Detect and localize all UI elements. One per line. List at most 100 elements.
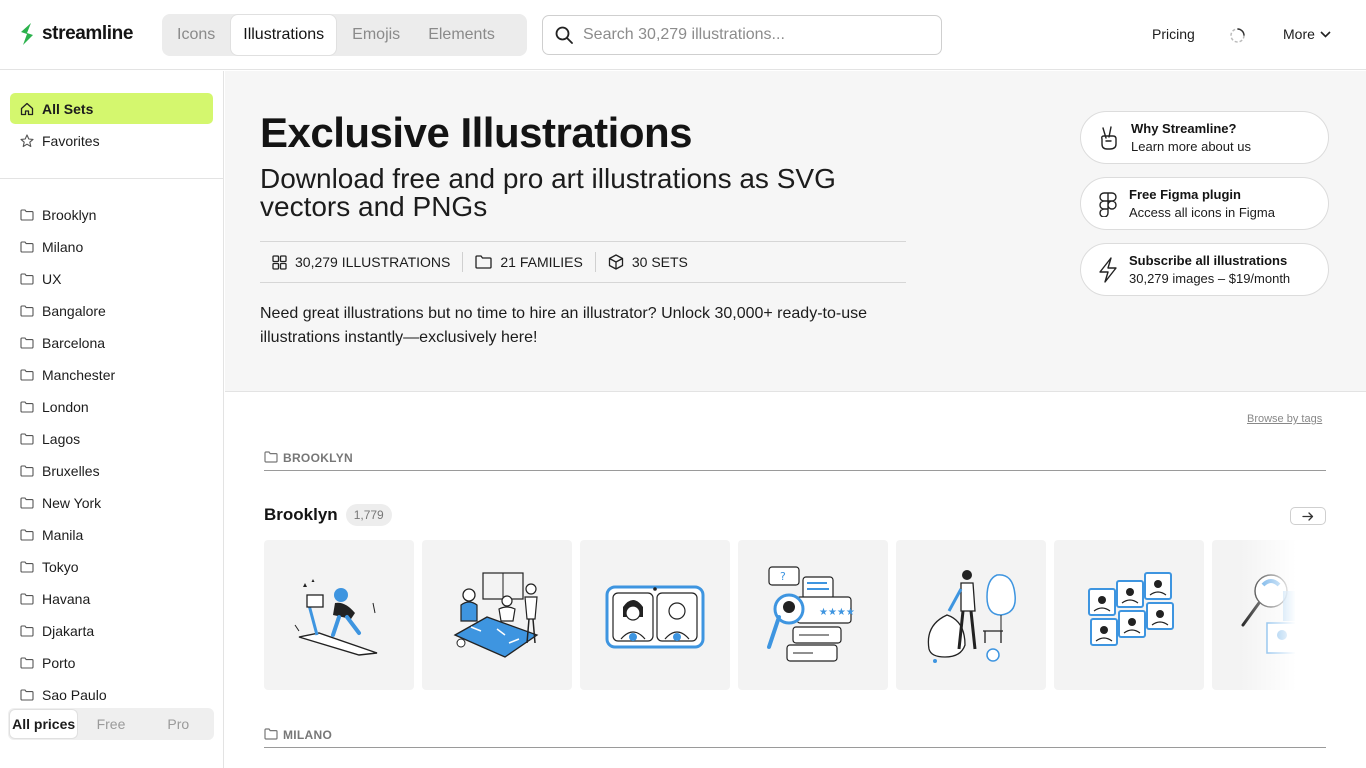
thumbnail-fade-overlay bbox=[1240, 540, 1296, 690]
page-subtitle: Download free and pro art illustrations … bbox=[260, 163, 836, 222]
loading-spinner-icon bbox=[1229, 27, 1246, 44]
lightning-icon bbox=[1099, 256, 1117, 283]
cube-icon bbox=[608, 254, 624, 270]
search-box[interactable] bbox=[542, 15, 942, 55]
star-icon bbox=[20, 133, 34, 147]
sidebar-item-brooklyn[interactable]: Brooklyn bbox=[10, 199, 213, 231]
illustration-thumbnail[interactable]: ? ★★★★ bbox=[738, 540, 888, 690]
sidebar-item-lagos[interactable]: Lagos bbox=[10, 423, 213, 455]
sidebar-primary-nav: All Sets Favorites bbox=[0, 71, 223, 179]
price-filter-pro[interactable]: Pro bbox=[145, 710, 212, 738]
folder-icon bbox=[20, 689, 34, 701]
subscribe-card[interactable]: Subscribe all illustrations 30,279 image… bbox=[1080, 243, 1329, 296]
figma-icon bbox=[1099, 191, 1117, 217]
brooklyn-thumbnails-row: ? ★★★★ bbox=[264, 540, 1295, 690]
sidebar-item-label: Bangalore bbox=[42, 303, 106, 319]
set-name[interactable]: Brooklyn bbox=[264, 505, 338, 525]
price-filter-all[interactable]: All prices bbox=[10, 710, 78, 738]
sidebar-item-ux[interactable]: UX bbox=[10, 263, 213, 295]
grid-icon bbox=[272, 254, 287, 270]
sidebar-item-milano[interactable]: Milano bbox=[10, 231, 213, 263]
sidebar-item-label: Manila bbox=[42, 527, 84, 543]
sidebar-item-bangalore[interactable]: Bangalore bbox=[10, 295, 213, 327]
folder-icon bbox=[264, 451, 278, 463]
folder-icon bbox=[20, 657, 34, 669]
sidebar-item-porto[interactable]: Porto bbox=[10, 647, 213, 679]
streamline-logo-icon bbox=[21, 23, 33, 45]
sidebar-item-label: Milano bbox=[42, 239, 84, 255]
stats-bar: 30,279 ILLUSTRATIONS 21 FAMILIES 30 SETS bbox=[260, 241, 906, 283]
sidebar-item-label: Djakarta bbox=[42, 623, 95, 639]
svg-text:★★★★: ★★★★ bbox=[819, 607, 855, 618]
next-arrow-button[interactable] bbox=[1290, 507, 1326, 525]
stat-label: 21 FAMILIES bbox=[500, 254, 583, 270]
stat-label: 30 SETS bbox=[631, 254, 688, 270]
section-heading: BROOKLYN bbox=[283, 451, 353, 465]
folder-icon bbox=[20, 401, 34, 413]
brand-name: streamline bbox=[42, 23, 134, 44]
folder-icon bbox=[20, 625, 34, 637]
chevron-down-icon bbox=[1320, 30, 1331, 38]
search-icon bbox=[555, 26, 573, 44]
illustration-thumbnail[interactable] bbox=[422, 540, 572, 690]
folder-icon bbox=[20, 305, 34, 317]
tab-emojis[interactable]: Emojis bbox=[340, 15, 412, 55]
sidebar-item-all-sets[interactable]: All Sets bbox=[10, 93, 213, 124]
sidebar-item-london[interactable]: London bbox=[10, 391, 213, 423]
search-input[interactable] bbox=[583, 26, 913, 44]
folder-icon bbox=[20, 241, 34, 253]
folder-icon bbox=[20, 529, 34, 541]
pricing-link[interactable]: Pricing bbox=[1152, 26, 1195, 42]
sidebar-item-label: UX bbox=[42, 271, 62, 287]
browse-by-tags-link[interactable]: Browse by tags bbox=[1247, 413, 1322, 425]
sidebar-item-djakarta[interactable]: Djakarta bbox=[10, 615, 213, 647]
illustration-thumbnail[interactable] bbox=[264, 540, 414, 690]
tab-illustrations[interactable]: Illustrations bbox=[231, 15, 337, 55]
sidebar-item-label: All Sets bbox=[42, 100, 94, 117]
folder-icon bbox=[20, 497, 34, 509]
figma-plugin-card[interactable]: Free Figma plugin Access all icons in Fi… bbox=[1080, 177, 1329, 230]
card-subtitle: Learn more about us bbox=[1131, 138, 1251, 154]
sidebar: All Sets Favorites Brooklyn Milano UX Banga… bbox=[0, 71, 224, 768]
sidebar-item-label: Porto bbox=[42, 655, 76, 671]
more-menu-button[interactable]: More bbox=[1283, 26, 1331, 42]
card-title: Free Figma plugin bbox=[1129, 186, 1241, 202]
stat-families: 21 FAMILIES bbox=[463, 252, 596, 272]
price-filter-free[interactable]: Free bbox=[77, 710, 144, 738]
why-streamline-card[interactable]: Why Streamline? Learn more about us bbox=[1080, 111, 1329, 164]
video-call-illustration bbox=[605, 585, 705, 649]
sidebar-item-manchester[interactable]: Manchester bbox=[10, 359, 213, 391]
tab-icons[interactable]: Icons bbox=[165, 15, 227, 55]
svg-text:?: ? bbox=[780, 570, 786, 583]
sidebar-item-label: Sao Paulo bbox=[42, 687, 107, 703]
sidebar-item-manila[interactable]: Manila bbox=[10, 519, 213, 551]
card-subtitle: Access all icons in Figma bbox=[1129, 204, 1275, 220]
illustration-thumbnail[interactable] bbox=[896, 540, 1046, 690]
puzzle-team-illustration bbox=[1088, 572, 1174, 646]
card-title: Why Streamline? bbox=[1131, 120, 1237, 136]
illustration-thumbnail[interactable] bbox=[580, 540, 730, 690]
card-subtitle: 30,279 images – $19/month bbox=[1129, 270, 1291, 286]
tab-elements[interactable]: Elements bbox=[416, 15, 507, 55]
sidebar-item-label: Lagos bbox=[42, 431, 81, 447]
sidebar-item-bruxelles[interactable]: Bruxelles bbox=[10, 455, 213, 487]
sidebar-item-label: Havana bbox=[42, 591, 91, 607]
card-title: Subscribe all illustrations bbox=[1129, 252, 1288, 268]
illustration-thumbnail[interactable] bbox=[1054, 540, 1204, 690]
sidebar-item-tokyo[interactable]: Tokyo bbox=[10, 551, 213, 583]
stat-sets: 30 SETS bbox=[596, 252, 700, 272]
sidebar-item-label: London bbox=[42, 399, 89, 415]
sidebar-item-label: Tokyo bbox=[42, 559, 79, 575]
folder-icon bbox=[20, 337, 34, 349]
sidebar-item-label: Brooklyn bbox=[42, 207, 97, 223]
sidebar-item-sao-paulo[interactable]: Sao Paulo bbox=[10, 679, 213, 711]
streamline-logo[interactable]: streamline bbox=[18, 21, 133, 47]
sidebar-item-havana[interactable]: Havana bbox=[10, 583, 213, 615]
sidebar-item-barcelona[interactable]: Barcelona bbox=[10, 327, 213, 359]
set-count-badge: 1,779 bbox=[345, 504, 392, 526]
sidebar-families-list: Brooklyn Milano UX Bangalore Barcelona Manche… bbox=[0, 179, 223, 714]
sidebar-item-favorites[interactable]: Favorites bbox=[10, 125, 213, 156]
folder-icon bbox=[475, 255, 493, 269]
stat-label: 30,279 ILLUSTRATIONS bbox=[295, 254, 451, 270]
sidebar-item-new-york[interactable]: New York bbox=[10, 487, 213, 519]
